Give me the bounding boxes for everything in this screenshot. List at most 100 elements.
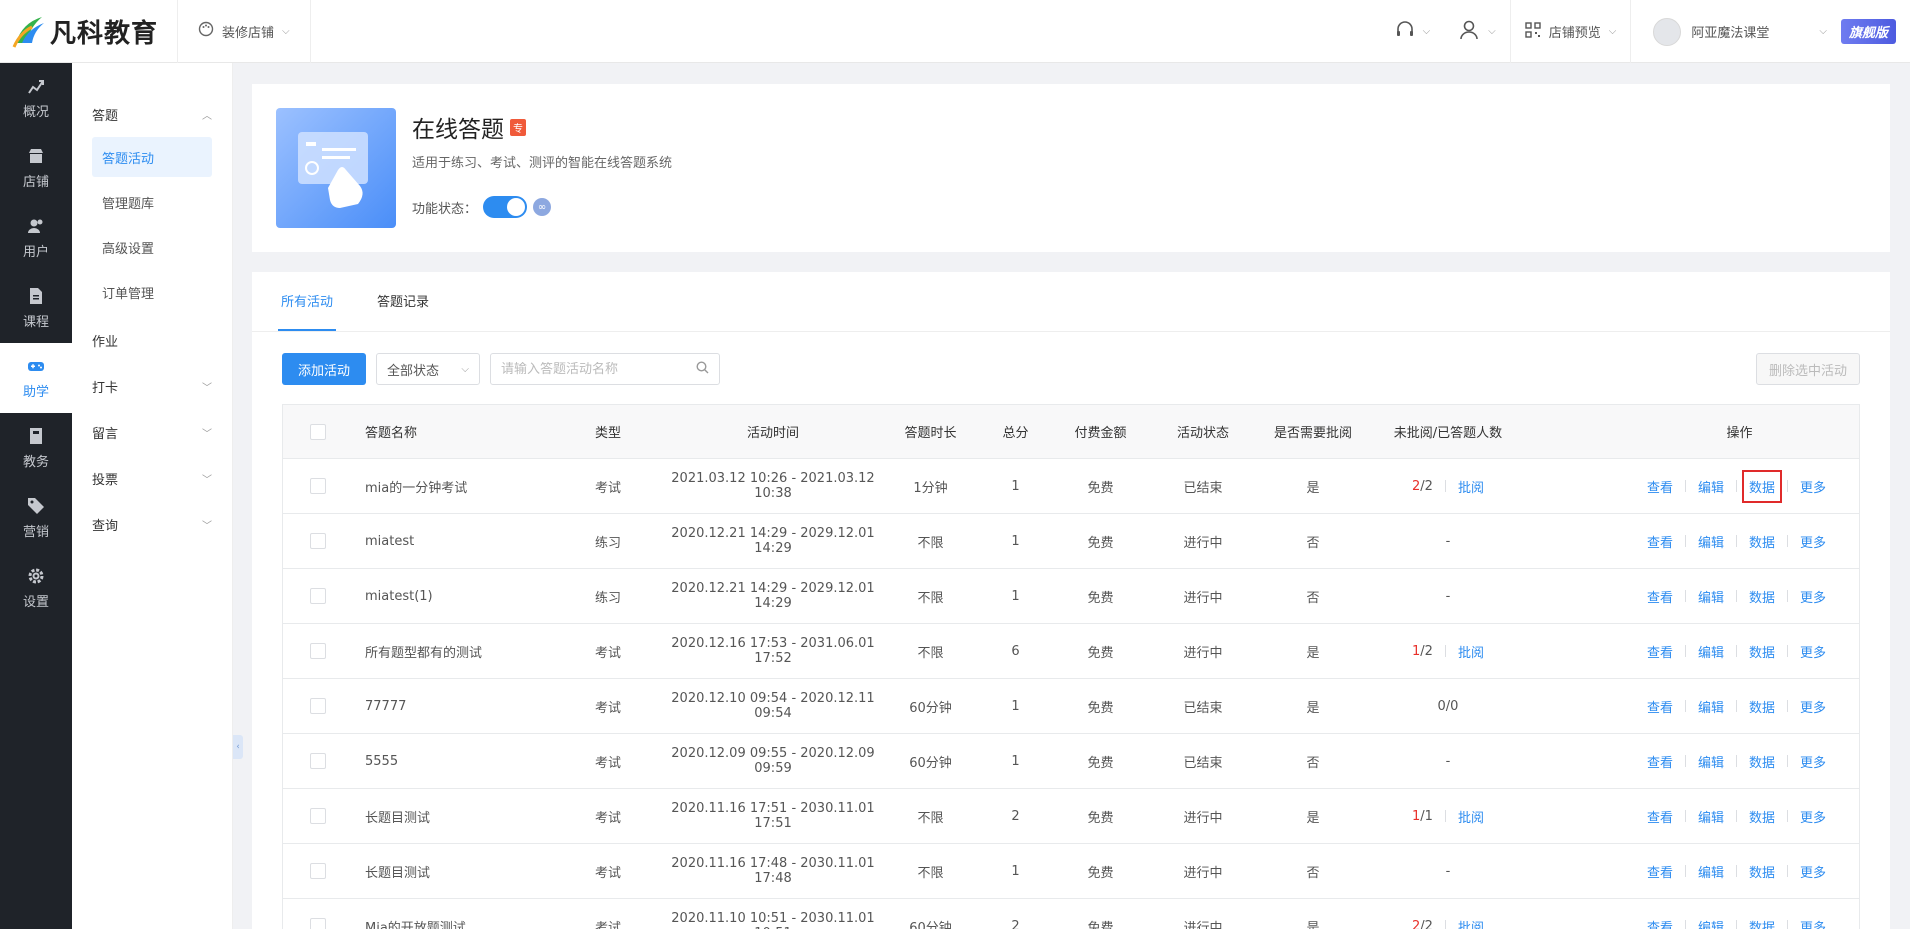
- select-all-checkbox[interactable]: [310, 423, 326, 440]
- account-menu[interactable]: ⌵: [1444, 0, 1510, 63]
- edition-badge[interactable]: 旗舰版: [1840, 19, 1896, 44]
- review-link[interactable]: 批阅: [1458, 477, 1484, 496]
- more-link[interactable]: 更多: [1800, 807, 1826, 826]
- tab-all-activities[interactable]: 所有活动: [278, 271, 337, 331]
- review-link[interactable]: 批阅: [1458, 917, 1484, 929]
- rail-item-users[interactable]: 用户: [0, 203, 72, 273]
- rail-item-settings[interactable]: 设置: [0, 553, 72, 623]
- review-link[interactable]: 批阅: [1458, 642, 1484, 661]
- more-link[interactable]: 更多: [1800, 642, 1826, 661]
- cell-duration: 不限: [917, 645, 944, 661]
- edit-link[interactable]: 编辑: [1698, 532, 1724, 551]
- cell-review: 否: [1306, 535, 1320, 551]
- data-link[interactable]: 数据: [1749, 697, 1775, 716]
- view-link[interactable]: 查看: [1647, 752, 1673, 771]
- view-link[interactable]: 查看: [1647, 642, 1673, 661]
- more-link[interactable]: 更多: [1800, 587, 1826, 606]
- rail-item-academic[interactable]: 教务: [0, 413, 72, 483]
- feature-status-toggle[interactable]: [483, 196, 528, 218]
- cell-state: 已结束: [1183, 755, 1223, 771]
- cell-count: 2/2 批阅: [1368, 917, 1528, 929]
- subnav-item-answer-activity[interactable]: 答题活动: [92, 137, 212, 177]
- more-link[interactable]: 更多: [1800, 697, 1826, 716]
- users-icon: [28, 219, 43, 233]
- edit-link[interactable]: 编辑: [1698, 697, 1724, 716]
- collapse-sidebar-handle[interactable]: ‹: [233, 735, 243, 759]
- data-link[interactable]: 数据: [1749, 642, 1775, 661]
- subnav-group-message[interactable]: 留言 ﹀: [72, 409, 232, 455]
- column-header-state: 活动状态: [1176, 426, 1229, 441]
- data-link[interactable]: 数据: [1749, 862, 1775, 881]
- more-link[interactable]: 更多: [1800, 752, 1826, 771]
- subnav-group-vote[interactable]: 投票 ﹀: [72, 455, 232, 501]
- data-link[interactable]: 数据: [1741, 469, 1782, 503]
- tab-answer-records[interactable]: 答题记录: [374, 271, 432, 331]
- chevron-down-icon: ﹀: [202, 428, 212, 440]
- secondary-nav: 答题 ︿ 答题活动 管理题库 高级设置 订单管理 作业 打卡 ﹀ 留言 ﹀ 投票…: [72, 63, 233, 929]
- view-link[interactable]: 查看: [1647, 477, 1673, 496]
- cell-ops: 查看 编辑 数据 更多: [1528, 807, 1861, 826]
- row-checkbox[interactable]: [310, 918, 326, 929]
- view-link[interactable]: 查看: [1647, 697, 1673, 716]
- store-decor-menu[interactable]: 装修店铺 ⌵: [177, 0, 311, 63]
- edit-link[interactable]: 编辑: [1698, 862, 1724, 881]
- row-checkbox[interactable]: [310, 533, 326, 549]
- view-link[interactable]: 查看: [1647, 807, 1673, 826]
- subnav-group-checkin[interactable]: 打卡 ﹀: [72, 363, 232, 409]
- edit-link[interactable]: 编辑: [1698, 807, 1724, 826]
- user-menu[interactable]: 阿亚魔法课堂 ⌵: [1631, 0, 1841, 63]
- status-filter-select[interactable]: 全部状态 ⌵: [376, 353, 481, 385]
- row-checkbox[interactable]: [310, 643, 326, 659]
- cell-type: 考试: [594, 865, 621, 881]
- delete-selected-button[interactable]: 删除选中活动: [1755, 353, 1860, 385]
- cell-time: 2020.12.21 14:29 - 2029.12.01 14:29: [671, 526, 875, 556]
- subnav-item-question-bank[interactable]: 管理题库: [92, 182, 212, 222]
- more-link[interactable]: 更多: [1800, 532, 1826, 551]
- edit-link[interactable]: 编辑: [1698, 587, 1724, 606]
- view-link[interactable]: 查看: [1647, 862, 1673, 881]
- view-link[interactable]: 查看: [1647, 587, 1673, 606]
- data-link[interactable]: 数据: [1749, 807, 1775, 826]
- link-icon[interactable]: ∞: [533, 198, 552, 216]
- view-link[interactable]: 查看: [1647, 917, 1673, 929]
- row-checkbox[interactable]: [310, 808, 326, 824]
- edit-link[interactable]: 编辑: [1698, 642, 1724, 661]
- rail-item-store[interactable]: 店铺: [0, 133, 72, 203]
- store-preview-menu[interactable]: 店铺预览 ⌵: [1511, 0, 1631, 63]
- data-link[interactable]: 数据: [1749, 532, 1775, 551]
- subnav-group-answer[interactable]: 答题 ︿: [72, 91, 232, 137]
- cell-score: 1: [1011, 588, 1020, 604]
- more-link[interactable]: 更多: [1800, 477, 1826, 496]
- subnav-item-advanced-settings[interactable]: 高级设置: [92, 227, 212, 267]
- data-link[interactable]: 数据: [1749, 752, 1775, 771]
- rail-item-marketing[interactable]: 营销: [0, 483, 72, 553]
- rail-item-study-aid[interactable]: 助学: [0, 343, 72, 413]
- cell-time: 2020.11.10 10:51 - 2030.11.01 10:51: [671, 911, 875, 929]
- view-link[interactable]: 查看: [1647, 532, 1673, 551]
- review-link[interactable]: 批阅: [1458, 807, 1484, 826]
- cell-time: 2020.12.10 09:54 - 2020.12.11 09:54: [671, 691, 875, 721]
- row-checkbox[interactable]: [310, 478, 326, 494]
- search-icon[interactable]: [696, 360, 709, 378]
- support-menu[interactable]: ⌵: [1381, 0, 1445, 63]
- data-link[interactable]: 数据: [1749, 917, 1775, 929]
- search-input[interactable]: [501, 361, 682, 377]
- subnav-group-query[interactable]: 查询 ﹀: [72, 501, 232, 547]
- row-checkbox[interactable]: [310, 588, 326, 604]
- rail-item-courses[interactable]: 课程: [0, 273, 72, 343]
- more-link[interactable]: 更多: [1800, 917, 1826, 929]
- row-checkbox[interactable]: [310, 753, 326, 769]
- row-checkbox[interactable]: [310, 698, 326, 714]
- brand-logo[interactable]: 凡科教育: [0, 0, 177, 63]
- edit-link[interactable]: 编辑: [1698, 477, 1724, 496]
- add-activity-button[interactable]: 添加活动: [282, 353, 367, 385]
- subnav-item-orders[interactable]: 订单管理: [92, 272, 212, 312]
- edit-link[interactable]: 编辑: [1698, 917, 1724, 929]
- subnav-group-homework[interactable]: 作业: [72, 317, 232, 363]
- edit-link[interactable]: 编辑: [1698, 752, 1724, 771]
- cell-name: 长题目测试: [365, 810, 431, 826]
- data-link[interactable]: 数据: [1749, 587, 1775, 606]
- more-link[interactable]: 更多: [1800, 862, 1826, 881]
- row-checkbox[interactable]: [310, 863, 326, 879]
- rail-item-overview[interactable]: 概况: [0, 63, 72, 133]
